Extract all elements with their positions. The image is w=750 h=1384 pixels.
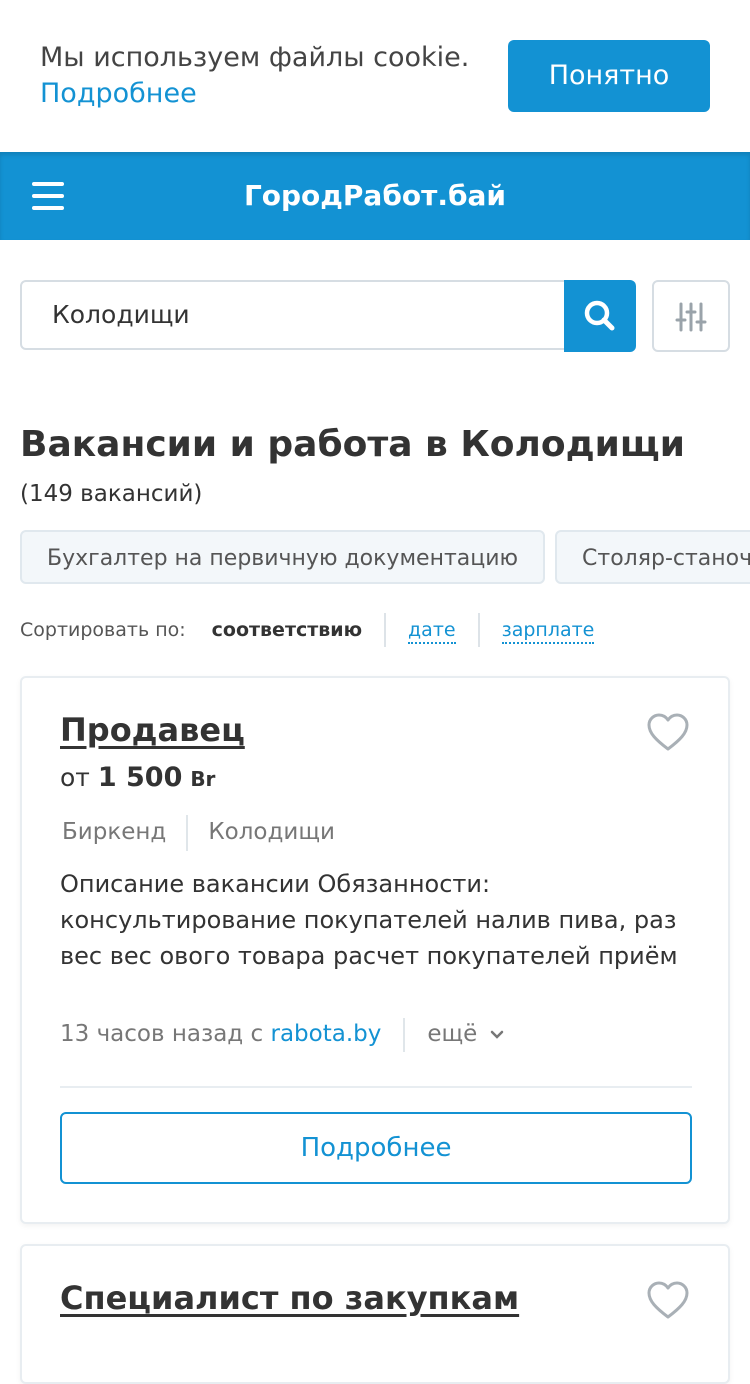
vacancy-count: (149 вакансий) bbox=[20, 481, 203, 507]
search-button[interactable] bbox=[564, 280, 636, 352]
cookie-banner: Мы используем файлы cookie. Подробнее По… bbox=[0, 0, 750, 152]
job-title-link[interactable]: Специалист по закупкам bbox=[60, 1276, 519, 1320]
salary-currency: Br bbox=[190, 767, 216, 791]
page-title: Вакансии и работа в Колодищи bbox=[20, 424, 685, 465]
salary: от 1 500 Br bbox=[60, 760, 215, 797]
job-footer: 13 часов назад с rabota.by ещё bbox=[60, 1016, 505, 1052]
job-description: Описание вакансии Обязанности: консульти… bbox=[60, 870, 678, 970]
job-card: Продавец от 1 500 Br Биркенд Колодищи Опи… bbox=[20, 676, 730, 1224]
salary-prefix: от bbox=[60, 763, 90, 792]
top-header: ГородРабот.бай bbox=[0, 152, 750, 240]
source-link[interactable]: rabota.by bbox=[270, 1021, 381, 1047]
cookie-accept-button[interactable]: Понятно bbox=[508, 40, 710, 112]
company-name: Биркенд bbox=[62, 819, 167, 845]
heart-icon[interactable] bbox=[646, 712, 690, 752]
heart-icon[interactable] bbox=[646, 1280, 690, 1320]
more-menu[interactable]: ещё bbox=[427, 1021, 504, 1047]
suggestion-chip[interactable]: Бухгалтер на первичную документацию bbox=[20, 530, 546, 584]
suggestion-chip[interactable]: Столяр-станочник bbox=[555, 530, 750, 584]
job-title-link[interactable]: Продавец bbox=[60, 708, 245, 752]
card-divider bbox=[60, 1086, 692, 1088]
sort-relevance[interactable]: соответствию bbox=[186, 613, 384, 647]
search-input[interactable]: Колодищи bbox=[52, 282, 190, 348]
sort-label: Сортировать по: bbox=[20, 619, 186, 641]
filter-button[interactable] bbox=[652, 280, 730, 352]
sort-bar: Сортировать по: соответствию дате зарплате bbox=[20, 612, 616, 648]
sort-salary[interactable]: зарплате bbox=[501, 618, 595, 644]
sort-date[interactable]: дате bbox=[408, 618, 456, 644]
chevron-down-icon bbox=[490, 1030, 503, 1039]
job-meta: Биркенд Колодищи bbox=[62, 814, 335, 851]
cookie-text: Мы используем файлы cookie. bbox=[40, 42, 470, 73]
cookie-more-link[interactable]: Подробнее bbox=[40, 76, 480, 112]
more-menu-label: ещё bbox=[427, 1021, 478, 1047]
filter-icon bbox=[675, 302, 707, 332]
job-card: Специалист по закупкам bbox=[20, 1244, 730, 1384]
job-location: Колодищи bbox=[208, 819, 335, 845]
site-logo[interactable]: ГородРабот.бай bbox=[0, 152, 750, 240]
search-field[interactable]: Колодищи bbox=[20, 280, 634, 350]
suggestion-chips: Бухгалтер на первичную документацию Столя… bbox=[20, 530, 750, 586]
posted-time: 13 часов назад с bbox=[60, 1021, 264, 1047]
cookie-message: Мы используем файлы cookie. Подробнее bbox=[40, 40, 480, 112]
details-button[interactable]: Подробнее bbox=[60, 1112, 692, 1184]
salary-amount: 1 500 bbox=[97, 762, 183, 793]
search-icon bbox=[584, 300, 615, 331]
